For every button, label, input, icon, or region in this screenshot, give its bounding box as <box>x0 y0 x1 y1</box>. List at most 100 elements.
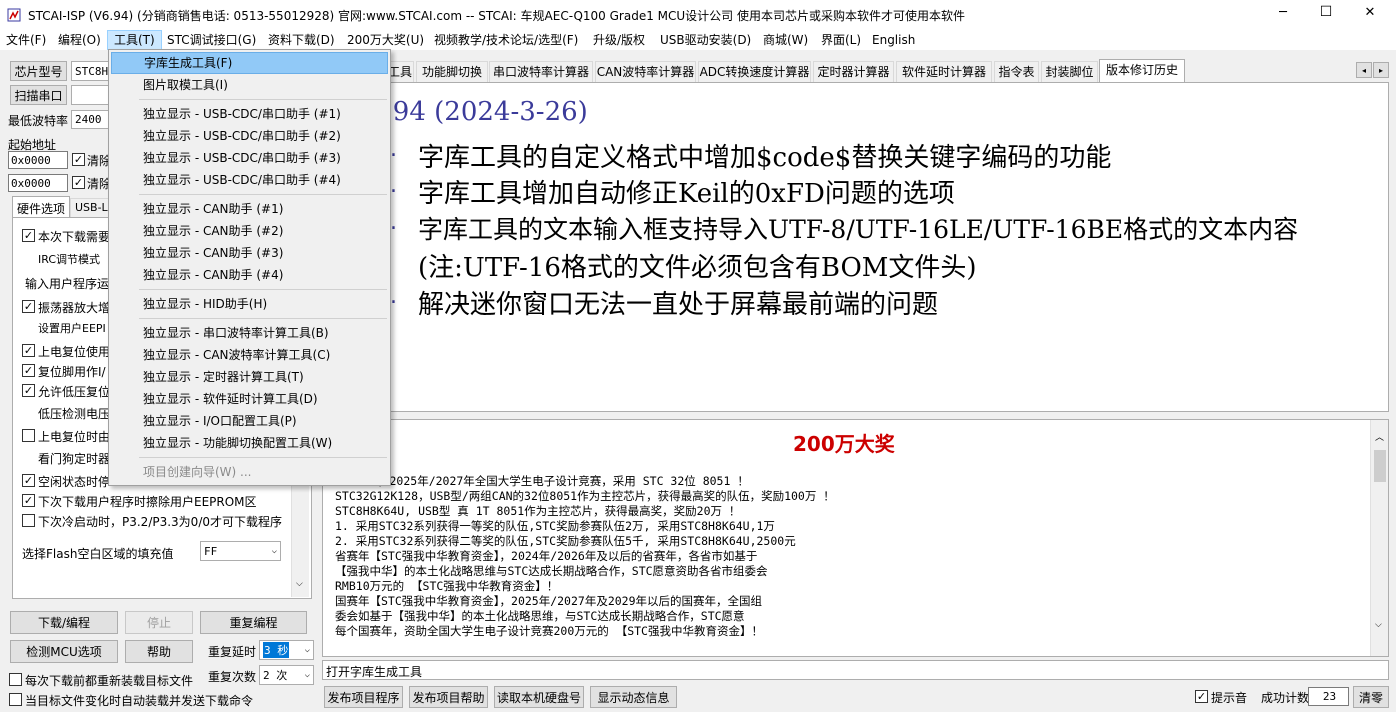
menu-usb-cdc-2[interactable]: 独立显示 - USB-CDC/串口助手 (#2) <box>111 125 388 147</box>
tab-adc-speed-calc[interactable]: ADC转换速度计算器 <box>698 61 811 82</box>
option-label-1: IRC调节模式 <box>38 253 101 266</box>
repeat-count-select[interactable]: 2 次 ⌵ <box>259 665 314 685</box>
option-checkbox-12[interactable]: ✓ <box>22 494 35 507</box>
maximize-button[interactable]: ☐ <box>1311 4 1341 20</box>
menu-upgrade[interactable]: 升级/版权 <box>587 30 651 50</box>
menu-tools[interactable]: 工具(T) <box>107 30 162 50</box>
option-checkbox-0[interactable]: ✓ <box>22 229 35 242</box>
option-checkbox-5[interactable]: ✓ <box>22 344 35 357</box>
minimize-button[interactable]: ─ <box>1268 5 1298 20</box>
option-checkbox-9[interactable] <box>22 429 35 442</box>
publish-project-button[interactable]: 发布项目程序 <box>324 686 403 708</box>
success-count-label: 成功计数 <box>1261 691 1310 705</box>
contest-line-8: RMB10万元的 【STC强我中华教育资金】！ <box>335 579 559 593</box>
menu-hid[interactable]: 独立显示 - HID助手(H) <box>111 293 388 315</box>
menu-usb-driver[interactable]: USB驱动安装(D) <box>654 30 757 50</box>
menu-usb-cdc-3[interactable]: 独立显示 - USB-CDC/串口助手 (#3) <box>111 147 388 169</box>
option-checkbox-6[interactable]: ✓ <box>22 364 35 377</box>
start-address-field-1[interactable]: 0x0000 <box>8 151 68 169</box>
close-button[interactable]: ✕ <box>1355 5 1385 20</box>
reset-count-button[interactable]: 清零 <box>1353 686 1389 708</box>
menu-font-generator[interactable]: 字库生成工具(F) <box>111 52 388 74</box>
tab-uart-baud-calc[interactable]: 串口波特率计算器 <box>489 61 593 82</box>
contest-line-2: STC32G12K128，USB型/两组CAN的32位8051作为主控芯片，获得… <box>335 489 835 503</box>
scroll-up-icon[interactable]: ︿ <box>1375 430 1384 443</box>
menu-usb-cdc-4[interactable]: 独立显示 - USB-CDC/串口助手 (#4) <box>111 169 388 191</box>
menu-prize[interactable]: 200万大奖(U) <box>341 30 430 50</box>
menu-interface[interactable]: 界面(L) <box>815 30 867 50</box>
tab-version-history[interactable]: 版本修订历史 <box>1099 59 1185 82</box>
tab-delay-calc[interactable]: 软件延时计算器 <box>896 61 992 82</box>
menu-file[interactable]: 文件(F) <box>0 30 52 50</box>
scroll-down-icon[interactable]: ⌵ <box>1375 620 1382 630</box>
tab-can-baud-calc[interactable]: CAN波特率计算器 <box>595 61 696 82</box>
scan-port-button[interactable]: 扫描串口 <box>10 85 67 105</box>
reload-each-checkbox[interactable] <box>9 673 22 686</box>
menu-debug-interface[interactable]: STC调试接口(G) <box>161 30 262 50</box>
menu-downloads[interactable]: 资料下载(D) <box>262 30 341 50</box>
tab-instruction-table[interactable]: 指令表 <box>994 61 1039 82</box>
options-scrollbar[interactable]: ⌵ <box>291 485 309 597</box>
repeat-delay-label: 重复延时 <box>208 645 257 659</box>
menu-uart-baud-calc[interactable]: 独立显示 - 串口波特率计算工具(B) <box>111 322 388 344</box>
menu-can-4[interactable]: 独立显示 - CAN助手 (#4) <box>111 264 388 286</box>
option-label-10: 看门狗定时器 <box>38 452 111 466</box>
start-address-field-2[interactable]: 0x0000 <box>8 174 68 192</box>
app-icon <box>7 8 21 22</box>
menu-delay-calc[interactable]: 独立显示 - 软件延时计算工具(D) <box>111 388 388 410</box>
tab-scroll-right-button[interactable]: ▸ <box>1373 62 1389 78</box>
note-bullet: . <box>390 210 397 235</box>
option-checkbox-13[interactable] <box>22 514 35 527</box>
repeat-delay-select[interactable]: 3 秒 ⌵ <box>259 640 314 660</box>
menu-io-config[interactable]: 独立显示 - I/O口配置工具(P) <box>111 410 388 432</box>
menu-can-3[interactable]: 独立显示 - CAN助手 (#3) <box>111 242 388 264</box>
tab-timer-calc[interactable]: 定时器计算器 <box>813 61 894 82</box>
menu-shop[interactable]: 商城(W) <box>757 30 814 50</box>
menu-can-2[interactable]: 独立显示 - CAN助手 (#2) <box>111 220 388 242</box>
fill-value-select[interactable]: FF ⌵ <box>200 541 281 561</box>
menu-english[interactable]: English <box>866 30 921 50</box>
menu-separator <box>139 194 387 195</box>
tab-usb-link[interactable]: USB-L <box>70 198 110 218</box>
sound-checkbox[interactable]: ✓ <box>1195 690 1208 703</box>
note-line-3: 字库工具的文本输入框支持导入UTF-8/UTF-16LE/UTF-16BE格式的… <box>418 215 1299 244</box>
show-dynamic-info-button[interactable]: 显示动态信息 <box>590 686 677 708</box>
menu-usb-cdc-1[interactable]: 独立显示 - USB-CDC/串口助手 (#1) <box>111 103 388 125</box>
publish-help-button[interactable]: 发布项目帮助 <box>409 686 488 708</box>
tab-scroll-left-button[interactable]: ◂ <box>1356 62 1372 78</box>
menu-image-tool[interactable]: 图片取模工具(I) <box>111 74 388 96</box>
scroll-down-icon[interactable]: ⌵ <box>296 579 303 589</box>
help-button[interactable]: 帮助 <box>125 640 193 663</box>
auto-reload-checkbox[interactable] <box>9 693 22 706</box>
stop-button[interactable]: 停止 <box>125 611 193 634</box>
scrollbar-thumb[interactable] <box>1374 450 1386 482</box>
menu-can-1[interactable]: 独立显示 - CAN助手 (#1) <box>111 198 388 220</box>
menu-video-forum[interactable]: 视频教学/技术论坛/选型(F) <box>428 30 584 50</box>
repeat-program-button[interactable]: 重复编程 <box>200 611 307 634</box>
read-disk-id-button[interactable]: 读取本机硬盘号 <box>494 686 584 708</box>
clear-checkbox-2[interactable]: ✓ <box>72 176 85 189</box>
menu-program[interactable]: 编程(O) <box>52 30 107 50</box>
menu-timer-calc[interactable]: 独立显示 - 定时器计算工具(T) <box>111 366 388 388</box>
contest-line-10: 委会如基于【强我中华】的本土化战略思维，与STC达成长期战略合作，STC愿意 <box>335 609 745 623</box>
menu-can-baud-calc[interactable]: 独立显示 - CAN波特率计算工具(C) <box>111 344 388 366</box>
sound-label: 提示音 <box>1211 691 1248 705</box>
download-program-button[interactable]: 下载/编程 <box>10 611 118 634</box>
option-checkbox-7[interactable]: ✓ <box>22 384 35 397</box>
menu-separator <box>139 318 387 319</box>
contest-line-3: STC8H8K64U, USB型 真 1T 8051作为主控芯片，获得最高奖，奖… <box>335 504 741 518</box>
detect-mcu-button[interactable]: 检测MCU选项 <box>10 640 118 663</box>
menu-pin-switch-config[interactable]: 独立显示 - 功能脚切换配置工具(W) <box>111 432 388 454</box>
option-checkbox-3[interactable]: ✓ <box>22 300 35 313</box>
clear-checkbox-1[interactable]: ✓ <box>72 153 85 166</box>
option-label-0: 本次下载需要 <box>38 230 111 244</box>
option-label-3: 振荡器放大增 <box>38 301 111 315</box>
contest-scrollbar[interactable]: ︿ ⌵ <box>1370 420 1388 656</box>
tab-pin-switch[interactable]: 功能脚切换 <box>416 61 488 82</box>
tab-package-pins[interactable]: 封装脚位 <box>1041 61 1098 82</box>
option-checkbox-11[interactable]: ✓ <box>22 474 35 487</box>
tab-hardware-options[interactable]: 硬件选项 <box>12 196 70 218</box>
note-bullet: . <box>390 173 397 198</box>
menu-project-wizard[interactable]: 项目创建向导(W) ... <box>111 461 388 483</box>
chip-type-button[interactable]: 芯片型号 <box>10 61 67 81</box>
